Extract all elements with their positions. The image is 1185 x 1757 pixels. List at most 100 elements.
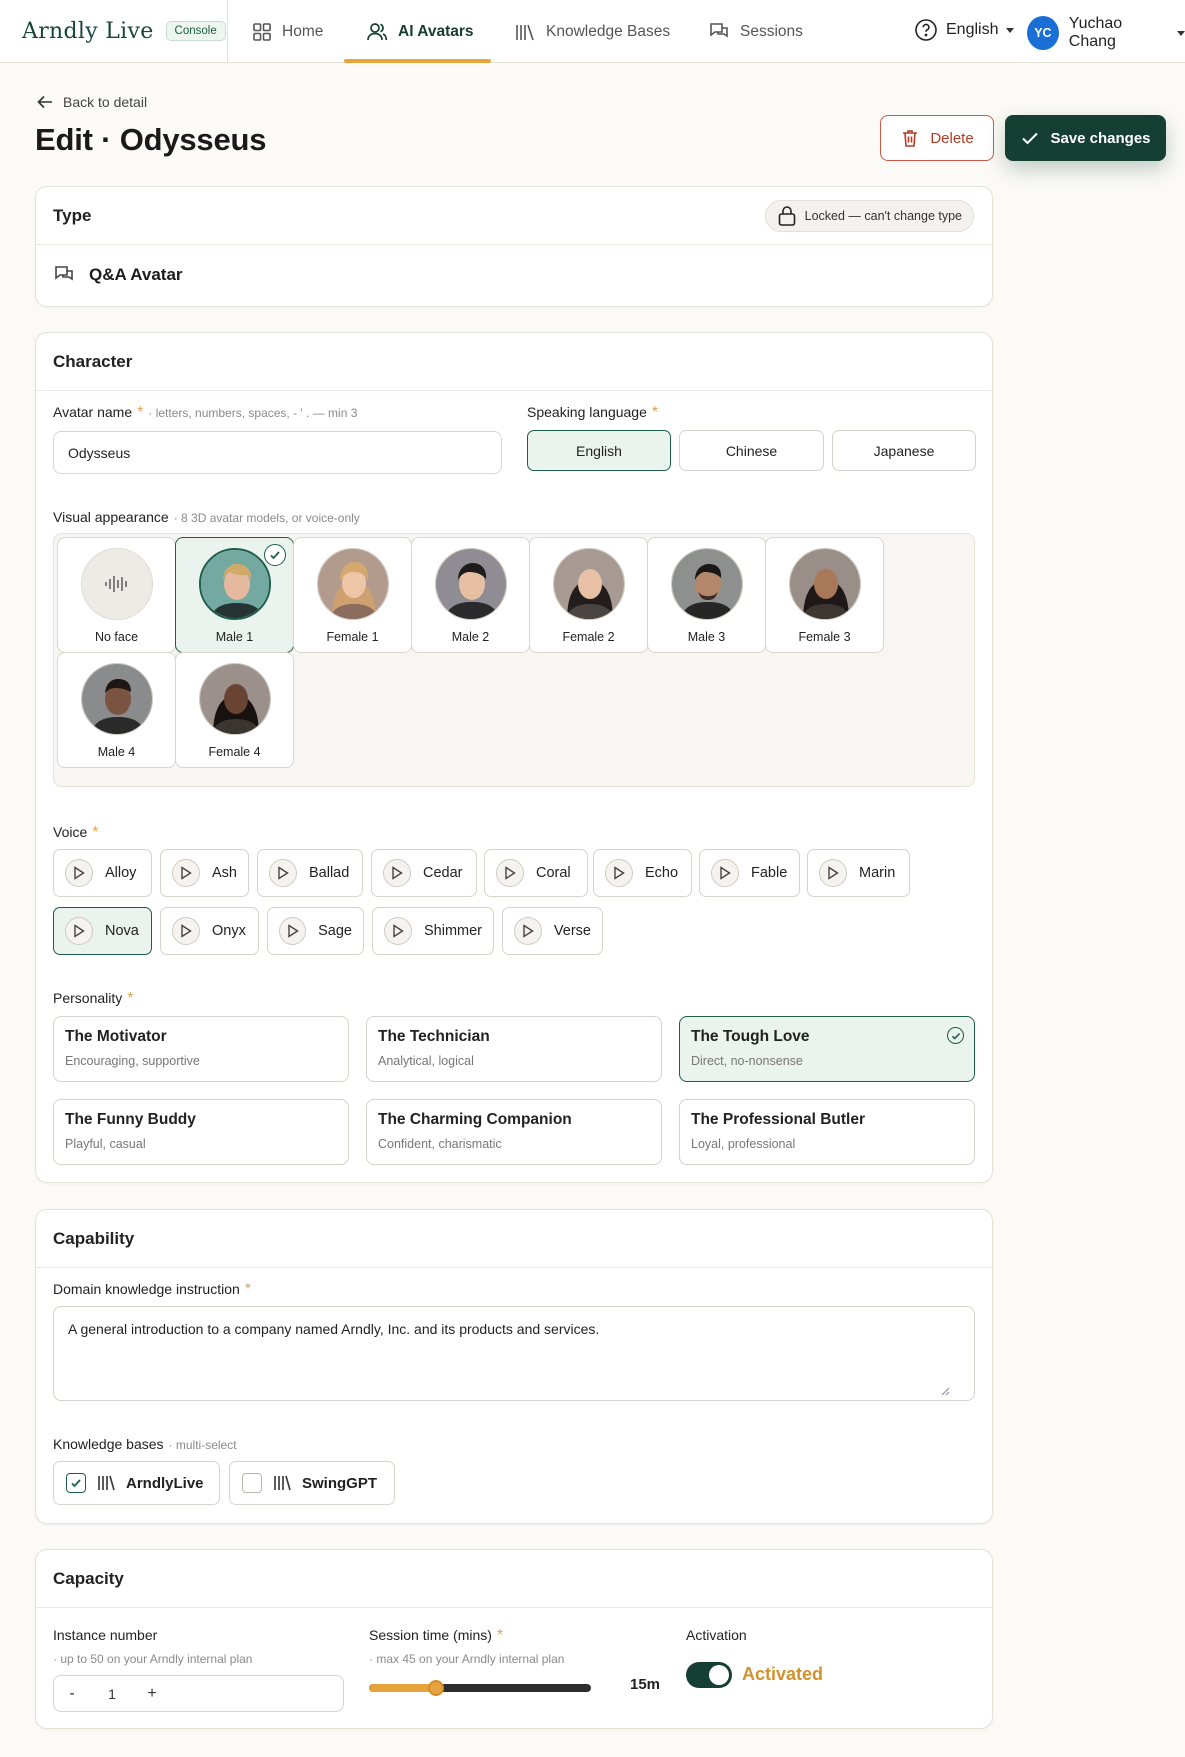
voice-name: Nova [105, 923, 139, 939]
face-option-female-3[interactable]: Female 3 [765, 537, 884, 653]
play-icon[interactable] [65, 917, 93, 945]
voice-option-onyx[interactable]: Onyx [160, 907, 259, 955]
personality-label: Personality [53, 990, 123, 1006]
user-name: Yuchao Chang [1068, 15, 1123, 50]
language-selector[interactable]: English [914, 18, 1015, 42]
play-icon[interactable] [172, 917, 200, 945]
language-option-japanese[interactable]: Japanese [832, 430, 976, 471]
voice-name: Coral [536, 865, 571, 881]
increment-button[interactable]: + [134, 1676, 170, 1711]
personality-desc: Encouraging, supportive [65, 1054, 200, 1068]
avatar-image [789, 548, 861, 620]
play-icon[interactable] [279, 917, 307, 945]
decrement-button[interactable]: - [54, 1676, 90, 1711]
nav-home[interactable]: Home [252, 0, 323, 63]
play-icon[interactable] [711, 859, 739, 887]
play-icon[interactable] [384, 917, 412, 945]
face-option-female-2[interactable]: Female 2 [529, 537, 648, 653]
voice-option-marin[interactable]: Marin [807, 849, 910, 897]
slider-fill [369, 1684, 436, 1692]
delete-button[interactable]: Delete [880, 115, 994, 161]
voice-name: Cedar [423, 865, 463, 881]
active-tab-indicator [344, 59, 491, 63]
locked-badge: Locked — can't change type [764, 200, 974, 232]
voice-option-cedar[interactable]: Cedar [371, 849, 477, 897]
voice-name: Onyx [212, 923, 246, 939]
nav-ai-avatars[interactable]: AI Avatars [366, 0, 474, 63]
checkbox-checked[interactable] [66, 1473, 86, 1493]
back-label: Back to detail [63, 94, 148, 110]
play-icon[interactable] [172, 859, 200, 887]
visual-appearance-label: Visual appearance [53, 509, 169, 525]
voice-option-shimmer[interactable]: Shimmer [372, 907, 494, 955]
face-name: Male 3 [687, 630, 726, 644]
face-option-female-4[interactable]: Female 4 [175, 652, 294, 768]
checkbox-unchecked[interactable] [242, 1473, 262, 1493]
voice-option-verse[interactable]: Verse [502, 907, 603, 955]
avatar-image [317, 548, 389, 620]
session-time-slider[interactable] [369, 1680, 591, 1696]
back-link[interactable]: Back to detail [36, 93, 147, 111]
save-button[interactable]: Save changes [1005, 115, 1166, 161]
voice-option-ash[interactable]: Ash [160, 849, 249, 897]
play-icon[interactable] [496, 859, 524, 887]
field-label: Voice * [53, 824, 98, 842]
personality-desc: Direct, no-nonsense [691, 1054, 803, 1068]
activation-toggle[interactable] [686, 1662, 732, 1688]
personality-option-selected[interactable]: The Tough Love Direct, no-nonsense [679, 1016, 975, 1082]
kb-option-swinggpt[interactable]: SwingGPT [229, 1461, 395, 1505]
field-label: Speaking language * [527, 404, 658, 422]
personality-option[interactable]: The Charming Companion Confident, charism… [366, 1099, 662, 1165]
personality-option[interactable]: The Professional Butler Loyal, profession… [679, 1099, 975, 1165]
face-option-male-1[interactable]: Male 1 [175, 537, 294, 653]
kb-option-arndlylive[interactable]: ArndlyLive [53, 1461, 220, 1505]
avatar-name-input[interactable]: Odysseus [53, 431, 502, 474]
personality-option[interactable]: The Motivator Encouraging, supportive [53, 1016, 349, 1082]
chat-icon [708, 21, 730, 43]
session-time-value: 15m [630, 1676, 661, 1693]
voice-option-coral[interactable]: Coral [484, 849, 588, 897]
face-option-male-3[interactable]: Male 3 [647, 537, 766, 653]
avatar-image [553, 548, 625, 620]
play-icon[interactable] [65, 859, 93, 887]
play-icon[interactable] [383, 859, 411, 887]
divider [227, 0, 228, 63]
chevron-down-icon [1177, 30, 1185, 36]
face-option-male-2[interactable]: Male 2 [411, 537, 530, 653]
instance-number-label: Instance number [53, 1627, 158, 1643]
play-icon[interactable] [514, 917, 542, 945]
play-icon[interactable] [819, 859, 847, 887]
slider-thumb[interactable] [427, 1680, 444, 1696]
required-mark: * [127, 990, 134, 1007]
face-name: Male 2 [451, 630, 490, 644]
voice-option-nova[interactable]: Nova [53, 907, 152, 955]
voice-option-alloy[interactable]: Alloy [53, 849, 152, 897]
type-card: Type Locked — can't change type Q&A Avat… [35, 186, 993, 307]
required-mark: * [92, 824, 99, 841]
voice-option-fable[interactable]: Fable [699, 849, 800, 897]
play-icon[interactable] [269, 859, 297, 887]
domain-knowledge-textarea[interactable]: A general introduction to a company name… [53, 1306, 975, 1401]
voice-option-ballad[interactable]: Ballad [257, 849, 363, 897]
instance-value[interactable]: 1 [94, 1676, 130, 1711]
voice-option-sage[interactable]: Sage [267, 907, 364, 955]
play-icon[interactable] [605, 859, 633, 887]
brand[interactable]: Arndly Live Console [22, 16, 226, 46]
face-name: No face [94, 630, 139, 644]
nav-label: Sessions [740, 22, 803, 40]
voice-option-echo[interactable]: Echo [593, 849, 692, 897]
face-option-no-face[interactable]: No face [57, 537, 176, 653]
personality-option[interactable]: The Technician Analytical, logical [366, 1016, 662, 1082]
face-option-male-4[interactable]: Male 4 [57, 652, 176, 768]
nav-sessions[interactable]: Sessions [708, 0, 803, 63]
face-option-female-1[interactable]: Female 1 [293, 537, 412, 653]
language-option-chinese[interactable]: Chinese [679, 430, 824, 471]
resize-handle-icon[interactable] [940, 1386, 950, 1396]
voice-label: Voice [53, 824, 88, 840]
nav-knowledge-bases[interactable]: Knowledge Bases [514, 0, 670, 63]
avatar-name-hint: · letters, numbers, spaces, - ' . — min … [148, 406, 358, 420]
voice-name: Shimmer [423, 923, 482, 939]
personality-option[interactable]: The Funny Buddy Playful, casual [53, 1099, 349, 1165]
language-option-english[interactable]: English [527, 430, 671, 471]
user-menu[interactable]: YC Yuchao Chang [1027, 15, 1185, 51]
